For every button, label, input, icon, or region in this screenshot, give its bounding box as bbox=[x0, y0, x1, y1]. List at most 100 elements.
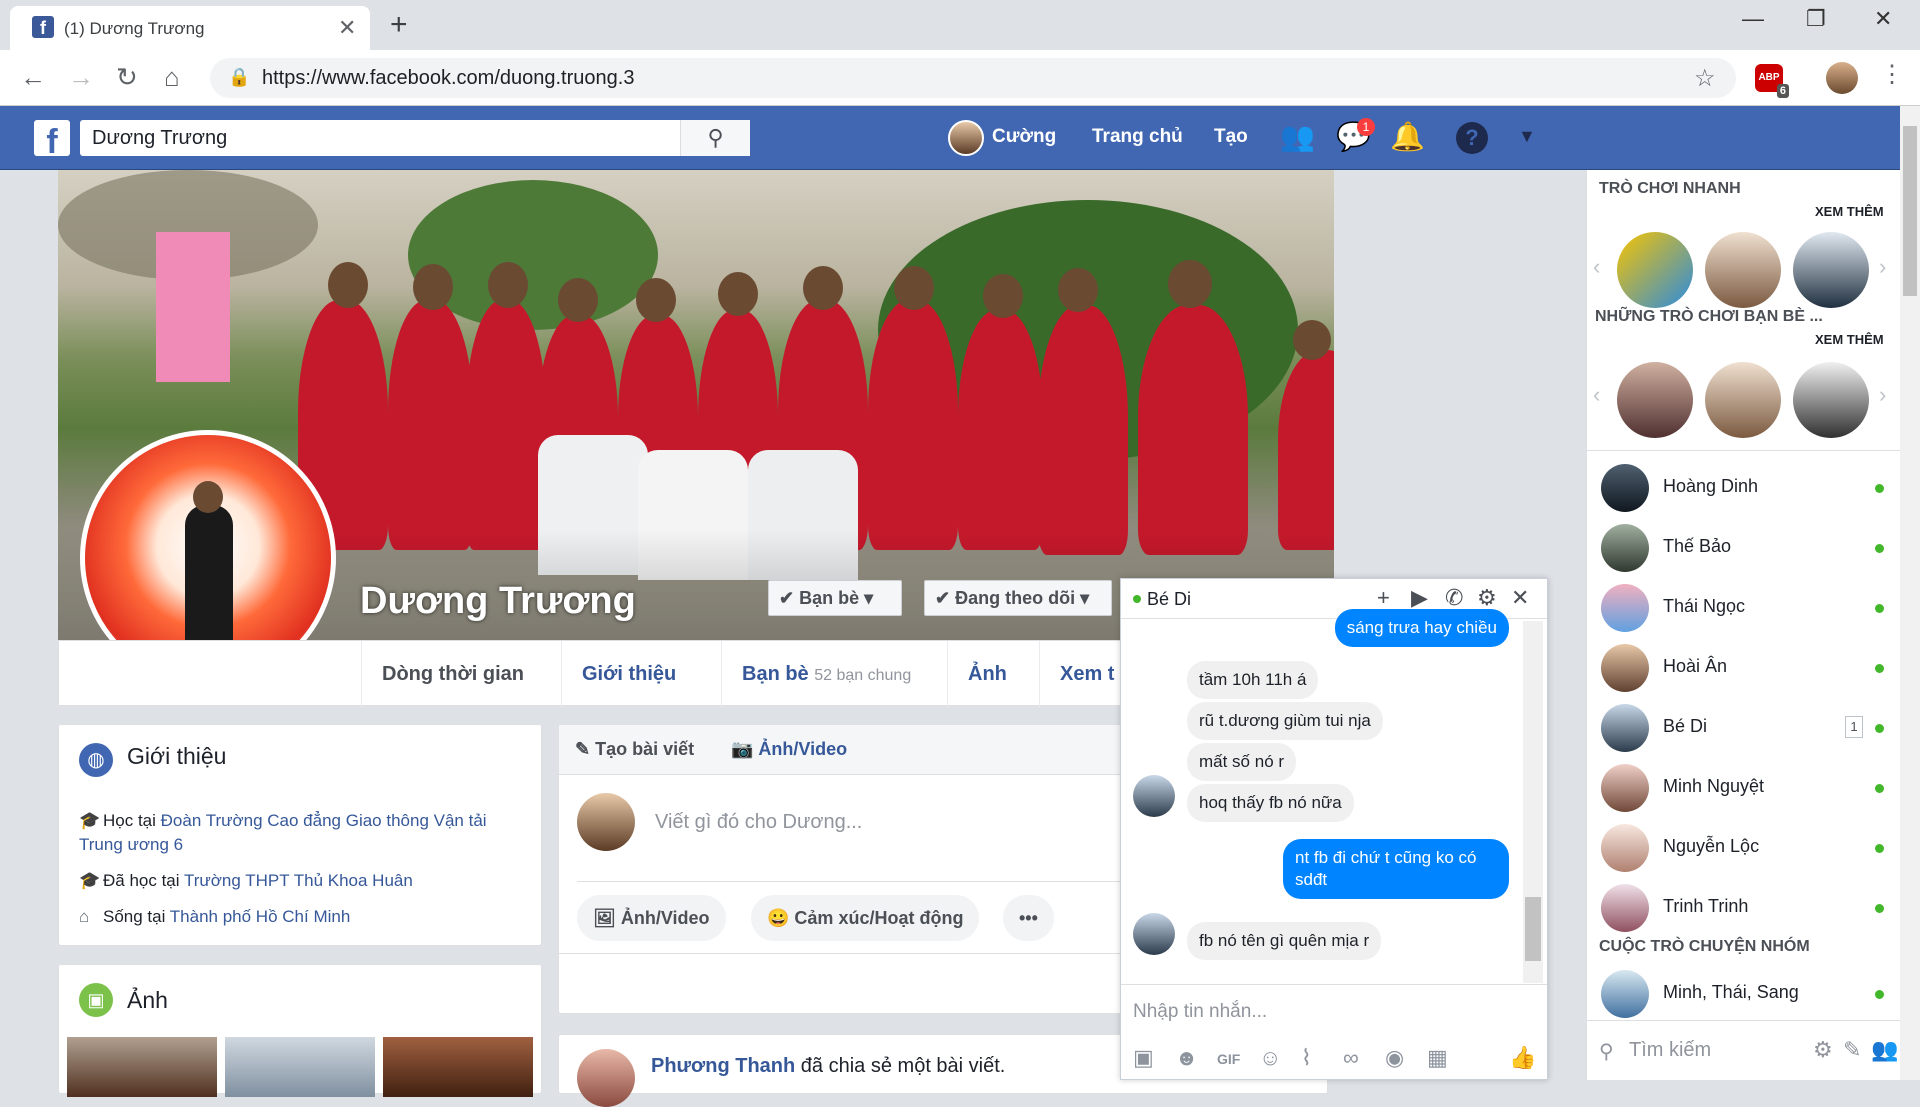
facebook-logo-icon[interactable]: f bbox=[34, 120, 70, 156]
notifications-bell-icon[interactable]: 🔔 bbox=[1390, 120, 1425, 153]
online-status-dot bbox=[1875, 484, 1884, 493]
gif-icon[interactable]: GIF bbox=[1217, 1051, 1240, 1067]
game-icon[interactable] bbox=[1705, 232, 1781, 308]
create-post-tab[interactable]: ✎ Tạo bài viết bbox=[575, 739, 694, 760]
close-icon[interactable]: ✕ bbox=[1511, 585, 1529, 611]
following-button-label: Đang theo dõi bbox=[955, 588, 1076, 608]
following-button[interactable]: ✔ Đang theo dõi ▾ bbox=[924, 580, 1112, 616]
intro-highschool-link[interactable]: Trường THPT Thủ Khoa Huân bbox=[184, 871, 413, 890]
contact-row[interactable]: Hoàng Dinh bbox=[1587, 458, 1901, 518]
friend-game-icon[interactable] bbox=[1705, 362, 1781, 438]
chat-message-input[interactable]: Nhập tin nhắn... bbox=[1121, 984, 1547, 1038]
reload-icon[interactable]: ↻ bbox=[116, 62, 138, 93]
help-icon[interactable]: ? bbox=[1456, 122, 1488, 154]
new-tab-button[interactable]: + bbox=[390, 8, 408, 42]
home-icon[interactable]: ⌂ bbox=[164, 62, 180, 93]
browser-tab[interactable]: f (1) Dương Trương ✕ bbox=[10, 6, 370, 50]
tab-photos[interactable]: Ảnh bbox=[947, 641, 1027, 707]
online-status-dot bbox=[1875, 544, 1884, 553]
search-icon[interactable]: ⚲ bbox=[680, 120, 750, 156]
contact-avatar bbox=[1601, 704, 1649, 752]
post-author-avatar[interactable] bbox=[577, 1049, 635, 1107]
user-avatar[interactable] bbox=[948, 120, 984, 156]
create-link[interactable]: Tạo bbox=[1214, 126, 1248, 148]
chat-message-received: fb nó tên gì quên mịa r bbox=[1187, 922, 1382, 960]
add-person-icon[interactable]: + bbox=[1377, 585, 1390, 611]
online-status-dot bbox=[1875, 724, 1884, 733]
friend-game-icon[interactable] bbox=[1617, 362, 1693, 438]
chevron-left-icon[interactable]: ‹ bbox=[1593, 254, 1600, 280]
tab-close-icon[interactable]: ✕ bbox=[338, 15, 356, 41]
table-icon[interactable]: ▦ bbox=[1427, 1045, 1448, 1071]
online-status-dot bbox=[1875, 604, 1884, 613]
friend-requests-icon[interactable]: 👥 bbox=[1280, 120, 1315, 153]
chevron-right-icon[interactable]: › bbox=[1879, 382, 1886, 408]
see-more-friends-games-link[interactable]: XEM THÊM bbox=[1815, 332, 1884, 347]
chevron-left-icon[interactable]: ‹ bbox=[1593, 382, 1600, 408]
friend-game-icon[interactable] bbox=[1793, 362, 1869, 438]
chevron-right-icon[interactable]: › bbox=[1879, 254, 1886, 280]
minimize-button[interactable]: — bbox=[1742, 6, 1764, 32]
new-message-icon[interactable]: ✎ bbox=[1843, 1037, 1861, 1063]
post-author-link[interactable]: Phương Thanh bbox=[651, 1055, 795, 1077]
sidebar-search-input[interactable]: Tìm kiếm bbox=[1629, 1039, 1711, 1062]
browser-profile-avatar[interactable] bbox=[1826, 62, 1858, 94]
photo-video-tab[interactable]: 📷 Ảnh/Video bbox=[731, 739, 847, 760]
tab-about[interactable]: Giới thiệu bbox=[561, 641, 696, 707]
game-icon[interactable] bbox=[1617, 232, 1693, 308]
contact-avatar bbox=[1601, 884, 1649, 932]
photo-video-button[interactable]: 🖼 Ảnh/Video bbox=[577, 895, 726, 941]
chat-scroll-thumb[interactable] bbox=[1525, 897, 1541, 961]
contact-row[interactable]: Nguyễn Lộc bbox=[1587, 818, 1901, 878]
fb-search-input[interactable] bbox=[80, 120, 680, 156]
gear-icon[interactable]: ⚙ bbox=[1477, 585, 1497, 611]
intro-city-link[interactable]: Thành phố Hồ Chí Minh bbox=[170, 907, 351, 926]
close-window-button[interactable]: ✕ bbox=[1874, 6, 1892, 32]
adblock-extension-icon[interactable]: ABP 6 bbox=[1755, 64, 1789, 98]
page-scroll-thumb[interactable] bbox=[1903, 126, 1917, 296]
account-menu-chevron-down-icon[interactable]: ▼ bbox=[1518, 126, 1536, 147]
user-name-link[interactable]: Cường bbox=[992, 126, 1056, 148]
photo-thumbnail[interactable] bbox=[383, 1037, 533, 1097]
intro-card: ◍ Giới thiệu 🎓 Học tại Đoàn Trường Cao đẳ… bbox=[58, 724, 542, 946]
tab-timeline[interactable]: Dòng thời gian bbox=[361, 641, 544, 707]
composer-input[interactable]: Viết gì đó cho Dương... bbox=[655, 811, 862, 834]
sticker-icon[interactable]: ☻ bbox=[1175, 1045, 1198, 1071]
back-icon[interactable]: ← bbox=[20, 62, 46, 93]
phone-call-icon[interactable]: ✆ bbox=[1445, 585, 1463, 611]
gear-icon[interactable]: ⚙ bbox=[1813, 1037, 1833, 1063]
contact-row[interactable]: Thái Ngọc bbox=[1587, 578, 1901, 638]
omnibox[interactable]: 🔒 https://www.facebook.com/duong.truong.… bbox=[210, 58, 1736, 98]
browser-menu-icon[interactable]: ⋮ bbox=[1880, 60, 1904, 89]
contact-row[interactable]: Hoài Ân bbox=[1587, 638, 1901, 698]
home-link[interactable]: Trang chủ bbox=[1092, 126, 1183, 148]
photo-thumbnail[interactable] bbox=[225, 1037, 375, 1097]
more-options-button[interactable]: ••• bbox=[1003, 895, 1054, 941]
contact-row[interactable]: Trinh Trinh bbox=[1587, 878, 1901, 938]
new-group-icon[interactable]: 👥 bbox=[1871, 1037, 1898, 1063]
tab-friends[interactable]: Bạn bè 52 bạn chung bbox=[721, 641, 931, 707]
page-scrollbar[interactable] bbox=[1900, 106, 1920, 1080]
thumbs-up-icon[interactable]: 👍 bbox=[1509, 1045, 1536, 1071]
maximize-button[interactable]: ❐ bbox=[1806, 6, 1826, 32]
friends-button[interactable]: ✔ Bạn bè ▾ bbox=[768, 580, 902, 616]
attachment-icon[interactable]: ⌇ bbox=[1301, 1045, 1312, 1071]
chat-contact-name[interactable]: Bé Di bbox=[1147, 589, 1191, 610]
contact-row[interactable]: Bé Di 1 bbox=[1587, 698, 1901, 758]
link-icon[interactable]: ∞ bbox=[1343, 1045, 1359, 1071]
friends-games-heading: NHỮNG TRÒ CHƠI BẠN BÈ ... bbox=[1595, 308, 1823, 325]
emoji-icon[interactable]: ☺ bbox=[1259, 1045, 1281, 1071]
photo-thumbnail[interactable] bbox=[67, 1037, 217, 1097]
group-chat-row[interactable]: Minh, Thái, Sang bbox=[1587, 964, 1901, 1024]
bookmark-star-icon[interactable]: ☆ bbox=[1694, 64, 1716, 93]
contact-row[interactable]: Thế Bảo bbox=[1587, 518, 1901, 578]
camera-icon[interactable]: ◉ bbox=[1385, 1045, 1404, 1071]
group-avatar bbox=[1601, 970, 1649, 1018]
image-icon[interactable]: ▣ bbox=[1133, 1045, 1154, 1071]
feeling-activity-button[interactable]: 😀 Cảm xúc/Hoạt động bbox=[751, 895, 980, 941]
game-icon[interactable] bbox=[1793, 232, 1869, 308]
video-call-icon[interactable]: ▶ bbox=[1411, 585, 1428, 611]
contact-row[interactable]: Minh Nguyệt bbox=[1587, 758, 1901, 818]
see-more-games-link[interactable]: XEM THÊM bbox=[1815, 204, 1884, 219]
forward-icon[interactable]: → bbox=[68, 62, 94, 93]
